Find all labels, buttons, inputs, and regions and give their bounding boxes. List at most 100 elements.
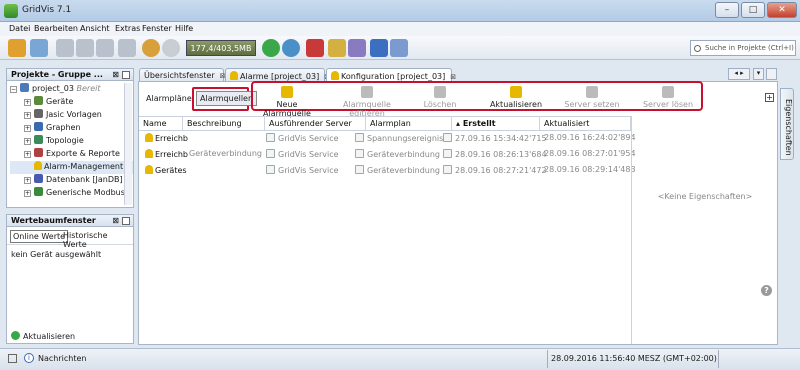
ellipsis-button[interactable] [355, 149, 364, 158]
tab-konfiguration[interactable]: Konfiguration [project_03] ⊠ [326, 68, 456, 82]
col-alarmplan[interactable]: Alarmplan [366, 117, 452, 130]
table-row-1-plan[interactable]: Spannungsereignis [355, 133, 443, 148]
delete-icon[interactable] [118, 39, 136, 57]
ellipsis-button[interactable] [266, 133, 275, 142]
subtab-alarmplaene[interactable]: Alarmpläne [146, 94, 192, 103]
col-beschreibung[interactable]: Beschreibung [183, 117, 265, 130]
restore-window-icon[interactable] [766, 68, 777, 80]
col-server[interactable]: Ausführender Server [265, 117, 366, 130]
minimize-panel-icon[interactable] [122, 71, 130, 79]
redo-icon[interactable] [162, 39, 180, 57]
info-icon: i [24, 353, 34, 363]
tab-historische-werte[interactable]: Historische Werte [63, 231, 133, 249]
minimize-panel-icon[interactable] [122, 217, 130, 225]
new-project-icon[interactable] [8, 39, 26, 57]
table-row-3-plan[interactable]: Geräteverbindung [355, 165, 440, 180]
projects-scrollbar[interactable] [124, 83, 132, 205]
table-row-3-created[interactable]: 28.09.16 08:27:21'472 [443, 165, 547, 180]
open-project-icon[interactable] [30, 39, 48, 57]
tab-online-werte[interactable]: Online Werte [10, 230, 69, 243]
undo-icon[interactable] [142, 39, 160, 57]
key-icon[interactable] [328, 39, 346, 57]
tab-alarme[interactable]: Alarme [project_03]⊠ [225, 68, 330, 82]
tree-item-modbus[interactable]: + Generische Modbus [10, 187, 133, 200]
close-icon[interactable]: ⊠ [112, 216, 119, 225]
menu-fenster[interactable]: Fenster [142, 24, 172, 33]
help-icon[interactable]: ? [761, 285, 772, 296]
ellipsis-button[interactable] [355, 133, 364, 142]
ellipsis-button[interactable] [443, 165, 452, 174]
refresh-action-button[interactable]: Aktualisieren [486, 86, 546, 109]
werte-panel: Wertebaumfenster ⊠ Online Werte Historis… [6, 214, 134, 344]
close-icon[interactable]: ⊠ [112, 70, 119, 79]
messages-label[interactable]: Nachrichten [38, 354, 86, 363]
window-icon[interactable] [390, 39, 408, 57]
modbus-icon [34, 187, 43, 196]
tree-item-alarm-management[interactable]: Alarm-Management [10, 161, 133, 174]
close-button[interactable]: ✕ [767, 2, 797, 18]
projects-panel-header: Projekte - Gruppe ... ⊠ [6, 68, 134, 81]
tab-list-dropdown[interactable]: ▾ [753, 68, 764, 80]
table-row-2-server[interactable]: GridVis Service [266, 149, 339, 164]
col-erstellt[interactable]: ▴ Erstellt [452, 117, 540, 130]
side-tab-eigenschaften[interactable]: Eigenschaften [780, 88, 794, 160]
devices-icon [34, 96, 43, 105]
bell-icon [145, 149, 153, 158]
table-row-1-server[interactable]: GridVis Service [266, 133, 339, 148]
table-row-2-created[interactable]: 28.09.16 08:26:13'684 [443, 149, 547, 164]
tree-item-exporte[interactable]: + Exporte & Reporte [10, 148, 133, 161]
delete-button[interactable]: Löschen [414, 86, 466, 109]
import-icon[interactable] [306, 39, 324, 57]
ellipsis-button[interactable] [443, 133, 452, 142]
maximize-button[interactable]: □ [741, 2, 765, 18]
properties-divider[interactable] [631, 116, 632, 344]
ellipsis-button[interactable] [355, 165, 364, 174]
memory-indicator[interactable]: 177,4/403,5MB [186, 40, 256, 56]
tree-item-datenbank[interactable]: + Datenbank [JanDB] [10, 174, 133, 187]
release-server-button[interactable]: Server lösen [638, 86, 698, 109]
user-icon[interactable] [370, 39, 388, 57]
expand-icon[interactable]: + [765, 93, 774, 102]
tab-scroll-arrows[interactable]: ◂ ▸ [728, 68, 750, 80]
cut-icon[interactable] [56, 39, 74, 57]
tree-item-geraete[interactable]: + Geräte [10, 96, 133, 109]
tree-item-graphen[interactable]: + Graphen [10, 122, 133, 135]
table-row-3-server[interactable]: GridVis Service [266, 165, 339, 180]
set-server-button[interactable]: Server setzen [562, 86, 622, 109]
tree-item-jasic[interactable]: + Jasic Vorlagen [10, 109, 133, 122]
panel-toggle-icon[interactable] [8, 354, 17, 363]
menu-ansicht[interactable]: Ansicht [80, 24, 110, 33]
copy-icon[interactable] [76, 39, 94, 57]
subtab-alarmquellen[interactable]: Alarmquellen [196, 91, 258, 106]
menu-bearbeiten[interactable]: Bearbeiten [34, 24, 78, 33]
bell-icon [331, 71, 339, 80]
ellipsis-button[interactable] [443, 149, 452, 158]
minimize-button[interactable]: – [715, 2, 739, 18]
refresh-button[interactable]: Aktualisieren [11, 331, 75, 341]
tree-root[interactable]: − project_03 Bereit [10, 83, 133, 96]
gc-icon[interactable] [262, 39, 280, 57]
col-aktualisiert[interactable]: Aktualisiert [540, 117, 631, 130]
menu-extras[interactable]: Extras [115, 24, 140, 33]
menu-datei[interactable]: Datei [9, 24, 30, 33]
world-icon[interactable] [282, 39, 300, 57]
table-row-3-name[interactable]: Gerätes [145, 165, 187, 180]
export-icon [34, 148, 43, 157]
tree-item-topologie[interactable]: + Topologie [10, 135, 133, 148]
table-row-2-plan[interactable]: Geräteverbindung [355, 149, 440, 164]
server-icon [586, 86, 598, 98]
table-row-2-name[interactable]: Erreichb [145, 149, 188, 164]
table-row-1-created[interactable]: 27.09.16 15:34:42'715 [443, 133, 547, 148]
ellipsis-button[interactable] [266, 149, 275, 158]
table-row-1-name[interactable]: Erreichb [145, 133, 188, 148]
search-input[interactable]: Suche in Projekte (Ctrl+I) [690, 40, 796, 56]
menu-hilfe[interactable]: Hilfe [175, 24, 193, 33]
window-title: GridVis 7.1 [22, 5, 72, 15]
tab-uebersicht[interactable]: Übersichtsfenster ⊠ [139, 68, 226, 82]
paste-icon[interactable] [96, 39, 114, 57]
edit-alarmsource-button[interactable]: Alarmquelle editieren [324, 86, 410, 118]
ellipsis-button[interactable] [266, 165, 275, 174]
user-settings-icon[interactable] [348, 39, 366, 57]
col-name[interactable]: Name [139, 117, 183, 130]
new-alarmsource-button[interactable]: Neue Alarmquelle [254, 86, 320, 118]
